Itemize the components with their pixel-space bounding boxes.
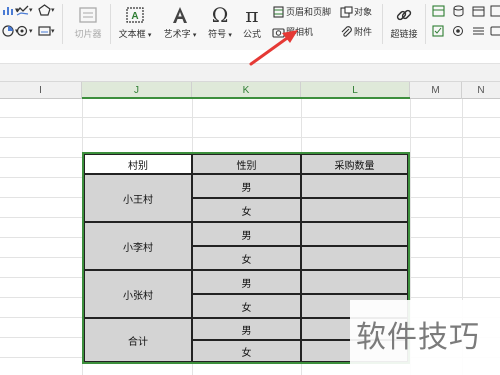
ribbon-separator — [110, 4, 111, 44]
ribbon-icon-e[interactable] — [432, 25, 445, 37]
pentagon-icon — [38, 4, 51, 16]
wordart-label: 艺术字 — [163, 30, 191, 40]
omega-icon: Ω — [211, 3, 229, 27]
hyperlink-button[interactable]: 超链接 — [386, 3, 422, 40]
ribbon-separator — [382, 4, 383, 44]
list-icon — [473, 27, 484, 35]
link-icon — [396, 9, 412, 21]
ribbon-icon-a[interactable] — [432, 5, 445, 17]
camera-label: 照相机 — [286, 28, 314, 38]
slicer-icon — [79, 7, 97, 23]
ribbon-separator — [62, 4, 63, 44]
gender-cell[interactable]: 男 — [192, 222, 301, 246]
formula-label: 公式 — [242, 30, 261, 40]
ribbon-toolbar: ▾ ▾ ▾ ▾ ▾ ▾ 切片器 A 文本框 ▾ 艺术字 ▾ Ω 符号 ▾ π 公… — [0, 0, 500, 50]
header-footer-button[interactable]: 页眉和页脚 — [272, 5, 331, 18]
quantity-cell[interactable] — [301, 246, 408, 270]
button-control-icon — [490, 26, 500, 36]
formula-bar[interactable] — [0, 64, 500, 82]
attachment-label: 附件 — [354, 28, 373, 38]
form-icon — [432, 5, 445, 17]
quantity-cell[interactable] — [301, 222, 408, 246]
gender-cell[interactable]: 女 — [192, 246, 301, 270]
header-cell-quantity[interactable]: 采购数量 — [301, 154, 408, 174]
column-header-n[interactable]: N — [462, 82, 500, 99]
gender-cell[interactable]: 女 — [192, 198, 301, 222]
ribbon-icon-c[interactable] — [472, 5, 485, 17]
ribbon-icon-g[interactable] — [472, 25, 485, 37]
gender-cell[interactable]: 女 — [192, 294, 301, 318]
attachment-button[interactable]: 附件 — [340, 25, 372, 38]
ribbon-icon-h[interactable] — [490, 25, 500, 37]
chart-icon — [3, 7, 13, 15]
svg-text:A: A — [131, 11, 138, 22]
textbox-label: 文本框 — [118, 30, 146, 40]
column-header-m[interactable]: M — [410, 82, 462, 99]
object-button[interactable]: 对象 — [340, 5, 372, 18]
header-footer-label: 页眉和页脚 — [286, 8, 332, 18]
camera-icon — [272, 27, 285, 38]
object-label: 对象 — [354, 8, 373, 18]
quantity-cell[interactable] — [301, 174, 408, 198]
header-cell-gender[interactable]: 性别 — [192, 154, 301, 174]
ribbon-icon-b[interactable] — [452, 5, 465, 17]
hyperlink-label: 超链接 — [390, 30, 418, 40]
radio-icon — [453, 26, 463, 36]
pie-chart-icon — [2, 25, 14, 37]
calendar-icon — [472, 6, 485, 17]
gender-cell[interactable]: 男 — [192, 174, 301, 198]
symbol-button[interactable]: Ω 符号 ▾ — [203, 3, 237, 40]
pi-icon: π — [245, 3, 259, 27]
column-header-i[interactable]: I — [0, 82, 82, 99]
checkbox-icon — [432, 25, 444, 37]
scatter-icon — [16, 25, 28, 37]
watermark-text: 软件技巧 — [356, 320, 480, 355]
ribbon-icon-d[interactable] — [490, 5, 500, 17]
symbol-label: 符号 — [208, 30, 227, 40]
gender-cell[interactable]: 女 — [192, 340, 301, 362]
slicer-label: 切片器 — [74, 30, 102, 40]
slicer-button[interactable]: 切片器 — [70, 3, 106, 40]
database-icon — [453, 5, 464, 17]
ribbon-icon-f[interactable] — [452, 25, 465, 37]
gender-cell[interactable]: 男 — [192, 270, 301, 294]
header-footer-icon — [273, 5, 284, 18]
formula-button[interactable]: π 公式 — [238, 3, 266, 40]
grid-icon — [490, 5, 500, 17]
ribbon-item-scatter[interactable]: ▾ — [16, 25, 33, 37]
village-cell[interactable]: 小王村 — [84, 174, 192, 222]
textbox-icon: A — [126, 7, 144, 23]
line-chart-icon — [16, 5, 29, 16]
wordart-button[interactable]: 艺术字 ▾ — [160, 3, 200, 40]
village-cell[interactable]: 小李村 — [84, 222, 192, 270]
ribbon-separator — [425, 4, 426, 44]
chart-more-icon — [38, 26, 51, 36]
object-icon — [340, 5, 353, 18]
camera-button[interactable]: 照相机 — [272, 25, 313, 38]
quantity-cell[interactable] — [301, 270, 408, 294]
village-cell[interactable]: 小张村 — [84, 270, 192, 318]
paperclip-icon — [341, 25, 352, 37]
ribbon-item-line-chart[interactable]: ▾ — [16, 4, 33, 16]
wordart-icon — [173, 7, 187, 23]
header-cell-village[interactable]: 村别 — [84, 154, 192, 174]
ribbon-item-shape[interactable]: ▾ — [38, 4, 55, 16]
gender-cell[interactable]: 男 — [192, 318, 301, 340]
ribbon-item-more[interactable]: ▾ — [38, 25, 55, 37]
total-cell[interactable]: 合计 — [84, 318, 192, 362]
textbox-button[interactable]: A 文本框 ▾ — [115, 3, 155, 40]
ribbon-bottom-strip — [0, 50, 500, 64]
quantity-cell[interactable] — [301, 198, 408, 222]
